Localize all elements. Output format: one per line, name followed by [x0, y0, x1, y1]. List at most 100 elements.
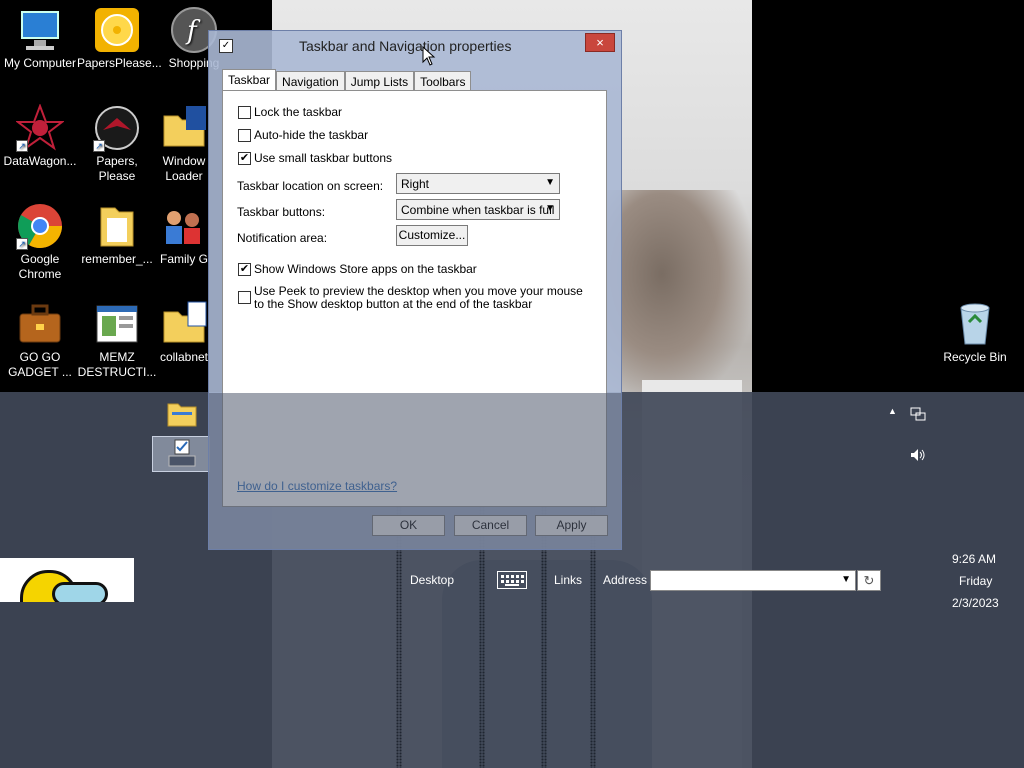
taskbar-buttons-select[interactable]: Combine when taskbar is full ▼: [396, 199, 560, 220]
show-hidden-icons-arrow-icon[interactable]: ▲: [888, 406, 897, 416]
checkbox-label: Lock the taskbar: [254, 105, 343, 119]
desktop-icon-papersplease[interactable]: PapersPlease...: [77, 6, 162, 71]
location-value: Right: [401, 177, 430, 191]
taskbar-properties-dialog[interactable]: ✓ Taskbar and Navigation properties × Ta…: [208, 30, 622, 550]
desktop-icon-collabnet[interactable]: collabnet: [154, 300, 214, 365]
checkbox-box: [238, 291, 251, 304]
checkbox-label: Use small taskbar buttons: [254, 151, 393, 165]
taskbar-properties-icon: [165, 438, 197, 471]
desktop-icon-recycle-bin[interactable]: Recycle Bin: [935, 300, 1015, 365]
customize-button[interactable]: Customize...: [396, 225, 468, 246]
checkmark-icon: ✔: [238, 152, 251, 165]
computer-icon: [16, 6, 64, 54]
folder-icon: [160, 300, 208, 348]
desktop-icon-label: MEMZ DESTRUCTI...: [77, 350, 157, 379]
checkbox-label: Use Peek to preview the desktop when you…: [254, 284, 583, 311]
desktop-icon-label: collabnet: [159, 350, 209, 364]
network-icon[interactable]: [908, 404, 928, 424]
help-link[interactable]: How do I customize taskbars?: [237, 479, 397, 493]
tab-navigation[interactable]: Navigation: [276, 71, 345, 91]
window-icon: [93, 300, 141, 348]
links-toolbar-label[interactable]: Links: [554, 573, 582, 587]
desktop-icon-label: Family G: [160, 252, 208, 266]
folder-icon: [166, 398, 198, 431]
photo-shadow: [602, 190, 752, 400]
disc-icon: [93, 6, 141, 54]
folder-icon: [160, 104, 208, 152]
clock-date[interactable]: 2/3/2023: [952, 596, 999, 610]
auto-hide-checkbox[interactable]: Auto-hide the taskbar: [238, 128, 368, 142]
eagle-icon: ↗: [93, 104, 141, 152]
desktop-icon-label: Google Chrome: [18, 252, 62, 281]
desktop-icon-label: Window Loader: [162, 154, 206, 183]
shortcut-arrow-icon: ↗: [16, 140, 28, 152]
location-label: Taskbar location on screen:: [237, 179, 384, 193]
tab-panel-taskbar: Lock the taskbar Auto-hide the taskbar ✔…: [222, 90, 607, 507]
desktop-icon-memz[interactable]: MEMZ DESTRUCTI...: [77, 300, 157, 380]
location-select[interactable]: Right ▼: [396, 173, 560, 194]
taskbar-buttons-value: Combine when taskbar is full: [401, 203, 555, 217]
desktop-icon-go-go-gadget[interactable]: GO GO GADGET ...: [0, 300, 80, 380]
desktop-icon-remember[interactable]: remember_...: [77, 202, 157, 267]
checkbox-box: [238, 129, 251, 142]
apply-button[interactable]: Apply: [535, 515, 608, 536]
mouse-cursor-icon: [422, 45, 436, 69]
checkmark-icon: ✔: [238, 263, 251, 276]
taskbar-file-explorer[interactable]: [160, 396, 204, 432]
desktop-icon-label: DataWagon...: [3, 154, 77, 168]
among-us-picture: [0, 558, 134, 602]
tab-jump-lists[interactable]: Jump Lists: [344, 71, 415, 91]
tab-taskbar[interactable]: Taskbar: [222, 69, 277, 91]
store-apps-checkbox[interactable]: ✔ Show Windows Store apps on the taskbar: [238, 262, 477, 276]
family-icon: [160, 202, 208, 250]
desktop-icon-label: GO GO GADGET ...: [8, 350, 72, 379]
desktop-icon-papers-please[interactable]: ↗ Papers, Please: [77, 104, 157, 184]
refresh-icon[interactable]: ↻: [857, 570, 881, 591]
clock-time[interactable]: 9:26 AM: [952, 552, 996, 566]
chevron-down-icon: ▼: [545, 177, 555, 188]
dialog-titlebar[interactable]: ✓ Taskbar and Navigation properties ×: [209, 31, 621, 61]
touch-keyboard-icon[interactable]: [497, 571, 527, 589]
checklist-icon: ✓: [219, 39, 233, 53]
close-button[interactable]: ×: [585, 33, 615, 52]
desktop-icon-my-computer[interactable]: My Computer: [0, 6, 80, 71]
checkbox-label: Show Windows Store apps on the taskbar: [254, 262, 477, 276]
folder-icon: [93, 202, 141, 250]
checkbox-label: Auto-hide the taskbar: [254, 128, 369, 142]
chevron-down-icon[interactable]: ▼: [841, 574, 851, 585]
address-toolbar-label: Address: [603, 573, 648, 587]
briefcase-icon: [16, 300, 64, 348]
desktop-icon-family[interactable]: Family G: [154, 202, 214, 267]
desktop-toolbar-label[interactable]: Desktop: [410, 573, 454, 587]
chevron-down-icon: ▼: [545, 203, 555, 214]
chrome-icon: ↗: [16, 202, 64, 250]
shortcut-arrow-icon: ↗: [16, 238, 28, 250]
small-buttons-checkbox[interactable]: ✔ Use small taskbar buttons: [238, 151, 392, 165]
lock-taskbar-checkbox[interactable]: Lock the taskbar: [238, 105, 342, 119]
taskbar-buttons-label: Taskbar buttons:: [237, 205, 326, 219]
recycle-bin-icon: [951, 300, 999, 348]
peek-checkbox[interactable]: Use Peek to preview the desktop when you…: [238, 285, 593, 311]
red-star-icon: ↗: [15, 103, 65, 152]
desktop-icon-label: Recycle Bin: [943, 350, 1007, 364]
desktop-icon-google-chrome[interactable]: ↗ Google Chrome: [0, 202, 80, 282]
desktop-icon-datawagon[interactable]: ↗ DataWagon...: [0, 103, 80, 169]
tab-toolbars[interactable]: Toolbars: [414, 71, 472, 91]
desktop-icon-label: PapersPlease...: [77, 56, 162, 70]
address-input[interactable]: ▼: [650, 570, 856, 591]
tab-bar: Taskbar Navigation Jump Lists Toolbars: [222, 69, 472, 91]
volume-icon[interactable]: [908, 446, 928, 464]
notification-area-label: Notification area:: [237, 231, 328, 245]
ok-button[interactable]: OK: [372, 515, 445, 536]
taskbar-properties-window[interactable]: [152, 436, 210, 472]
desktop-icon-label: My Computer: [3, 56, 77, 70]
desktop-icon-label: remember_...: [81, 252, 153, 266]
crewmate-visor: [52, 582, 108, 602]
checkbox-box: [238, 106, 251, 119]
clock-day[interactable]: Friday: [959, 574, 992, 588]
desktop-icon-window-loader[interactable]: Window Loader: [154, 104, 214, 184]
shortcut-arrow-icon: ↗: [93, 140, 105, 152]
cancel-button[interactable]: Cancel: [454, 515, 527, 536]
desktop-icon-label: Papers, Please: [96, 154, 138, 183]
dialog-title: Taskbar and Navigation properties: [299, 38, 512, 54]
